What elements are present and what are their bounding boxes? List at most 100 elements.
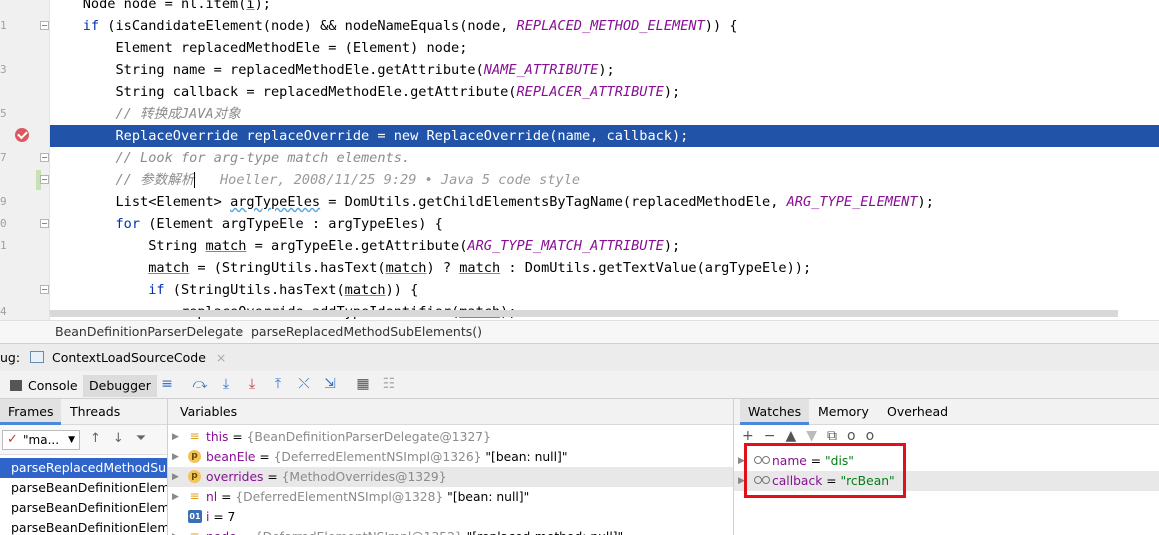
expand-arrow-icon[interactable]: ▶ [172,427,179,447]
copy-icon[interactable]: ⧉ [827,428,847,444]
code-line[interactable]: String name = replacedMethodEle.getAttri… [50,59,1159,81]
fold-icon[interactable] [40,285,49,294]
fold-icon[interactable] [40,175,49,184]
git-blame-hint: Hoeller, 2008/11/25 9:29 • Java 5 code s… [195,172,581,188]
tab-console-label: Console [28,378,78,393]
editor-gutter[interactable]: 1 3 5 7 9 0 1 4 [0,0,50,320]
variable-name: overrides [206,470,264,484]
thread-select[interactable]: ✓ "ma... ▼ [2,430,80,450]
variable-row[interactable]: ▶ p overrides = {MethodOverrides@1329} [168,467,733,487]
primitive-icon: 01 [188,510,202,523]
step-into-icon[interactable]: ⤓ [218,376,234,392]
code-line[interactable]: // 转换成JAVA对象 [50,103,1159,125]
code-editor[interactable]: 1 3 5 7 9 0 1 4 Node node = nl.item(i); if (isC… [0,0,1159,320]
tab-frames[interactable]: Frames [0,399,62,425]
annotation-highlight-box [744,443,906,498]
run-config-tab[interactable]: ContextLoadSourceCode × [30,349,226,367]
variable-extra: "[bean: null]" [443,490,530,504]
frame-item[interactable]: parseBeanDefinitionElemen [0,498,167,518]
frame-item[interactable]: parseBeanDefinitionElemen [0,518,167,535]
debug-window-header: ug: ContextLoadSourceCode × [0,343,1159,371]
move-down-icon[interactable]: ▼ [806,428,827,444]
variable-row[interactable]: ▶ p beanEle = {DeferredElementNSImpl@1326}… [168,447,733,467]
code-line[interactable]: // 参数解析 Hoeller, 2008/11/25 9:29 • Java … [50,169,1159,191]
field-icon: ≡ [188,530,201,535]
variables-header: Variables [168,399,733,425]
code-token: : DomUtils.getTextValue(argTypeEle)); [500,260,812,276]
close-icon[interactable]: × [216,350,226,365]
variable-row[interactable]: ▶ ≡ node = {DeferredElementNSImpl@1352} "[… [168,527,733,535]
variable-row[interactable]: ▶ ≡ this = {BeanDefinitionParserDelegate@1… [168,427,733,447]
expand-arrow-icon[interactable]: ▶ [172,487,179,507]
step-over-icon[interactable]: ⤼ [192,376,208,392]
menu-icon[interactable]: ≡ [159,376,175,392]
frame-nav-icons[interactable]: ↑↓⏷ [90,431,158,446]
tab-overhead[interactable]: Overhead [879,399,956,425]
variable-row[interactable]: 01 i = 7 [168,507,733,527]
code-token: ); [663,238,681,254]
field-icon: ≡ [189,429,200,443]
glasses-icon[interactable]: oo [847,428,884,444]
code-token: ); [254,0,271,12]
force-step-into-icon[interactable]: ⤓ [244,376,260,392]
breadcrumb: BeanDefinitionParserDelegate › parseRepl… [0,320,1159,343]
expand-arrow-icon[interactable]: ▶ [172,447,179,467]
line-number [0,37,8,59]
variable-value: {MethodOverrides@1329} [281,470,447,484]
code-line[interactable]: List<Element> argTypeEles = DomUtils.get… [50,191,1159,213]
code-token: String [50,238,206,254]
line-number: 9 [0,195,7,208]
tab-threads[interactable]: Threads [62,399,128,425]
code-line[interactable]: Node node = nl.item(i); [50,0,1159,15]
breadcrumb-class[interactable]: BeanDefinitionParserDelegate [55,321,243,343]
breadcrumb-method[interactable]: parseReplacedMethodSubElements() [251,321,482,343]
line-number [0,0,8,15]
tab-memory[interactable]: Memory [810,399,877,425]
code-line[interactable]: if (StringUtils.hasText(match)) { [50,279,1159,301]
line-number: 1 [0,239,7,252]
variable-name: beanEle [206,450,256,464]
tab-debugger[interactable]: Debugger [83,375,157,397]
code-token: )) { [385,282,419,298]
breakpoint-icon[interactable] [15,128,29,142]
variable-row[interactable]: ▶ ≡ nl = {DeferredElementNSImpl@1328} "[be… [168,487,733,507]
variable-value: 7 [227,510,236,524]
execution-line[interactable]: ReplaceOverride replaceOverride = new Re… [50,125,1159,147]
fold-icon[interactable] [40,219,49,228]
horizontal-scrollbar[interactable] [50,310,1118,317]
add-watch-icon[interactable]: + [742,428,764,444]
move-up-icon[interactable]: ▲ [785,428,806,444]
code-line[interactable]: // Look for arg-type match elements. [50,147,1159,169]
code-line[interactable]: Element replacedMethodEle = (Element) no… [50,37,1159,59]
line-number: 0 [0,217,7,230]
remove-watch-icon[interactable]: − [764,428,786,444]
code-token: ); [598,62,615,78]
code-token: (isCandidateElement(node) && nodeNameEqu… [99,18,517,34]
frame-item[interactable]: parseBeanDefinitionElemen [0,478,167,498]
code-line[interactable]: String match = argTypeEle.getAttribute(A… [50,235,1159,257]
expand-arrow-icon[interactable]: ▶ [172,467,179,487]
step-out-icon[interactable]: ⤒ [270,376,286,392]
trace-icon[interactable]: ☷ [381,376,397,392]
code-line[interactable]: for (Element argTypeEle : argTypeEles) { [50,213,1159,235]
variable-value: {DeferredElementNSImpl@1352} [255,530,463,535]
drop-frame-icon[interactable]: ⤬ [296,376,312,392]
code-line[interactable]: match = (StringUtils.hasText(match) ? ma… [50,257,1159,279]
line-number [0,81,8,103]
code-line[interactable]: if (isCandidateElement(node) && nodeName… [50,15,1159,37]
code-line[interactable]: String callback = replacedMethodEle.getA… [50,81,1159,103]
evaluate-expression-icon[interactable]: ▦ [355,376,371,392]
frame-item[interactable]: parseReplacedMethodSub [0,458,167,478]
tab-watches[interactable]: Watches [740,399,810,425]
code-token: ); [663,84,681,100]
code-token: ) ? [426,260,460,276]
tab-console[interactable]: Console [4,375,84,397]
fold-icon[interactable] [40,153,49,162]
variable-value: {BeanDefinitionParserDelegate@1327} [246,430,491,444]
expand-arrow-icon[interactable]: ▶ [172,527,179,535]
fold-icon[interactable] [40,21,49,30]
run-to-cursor-icon[interactable]: ⇲ [322,376,338,392]
code-token: if [82,18,100,34]
